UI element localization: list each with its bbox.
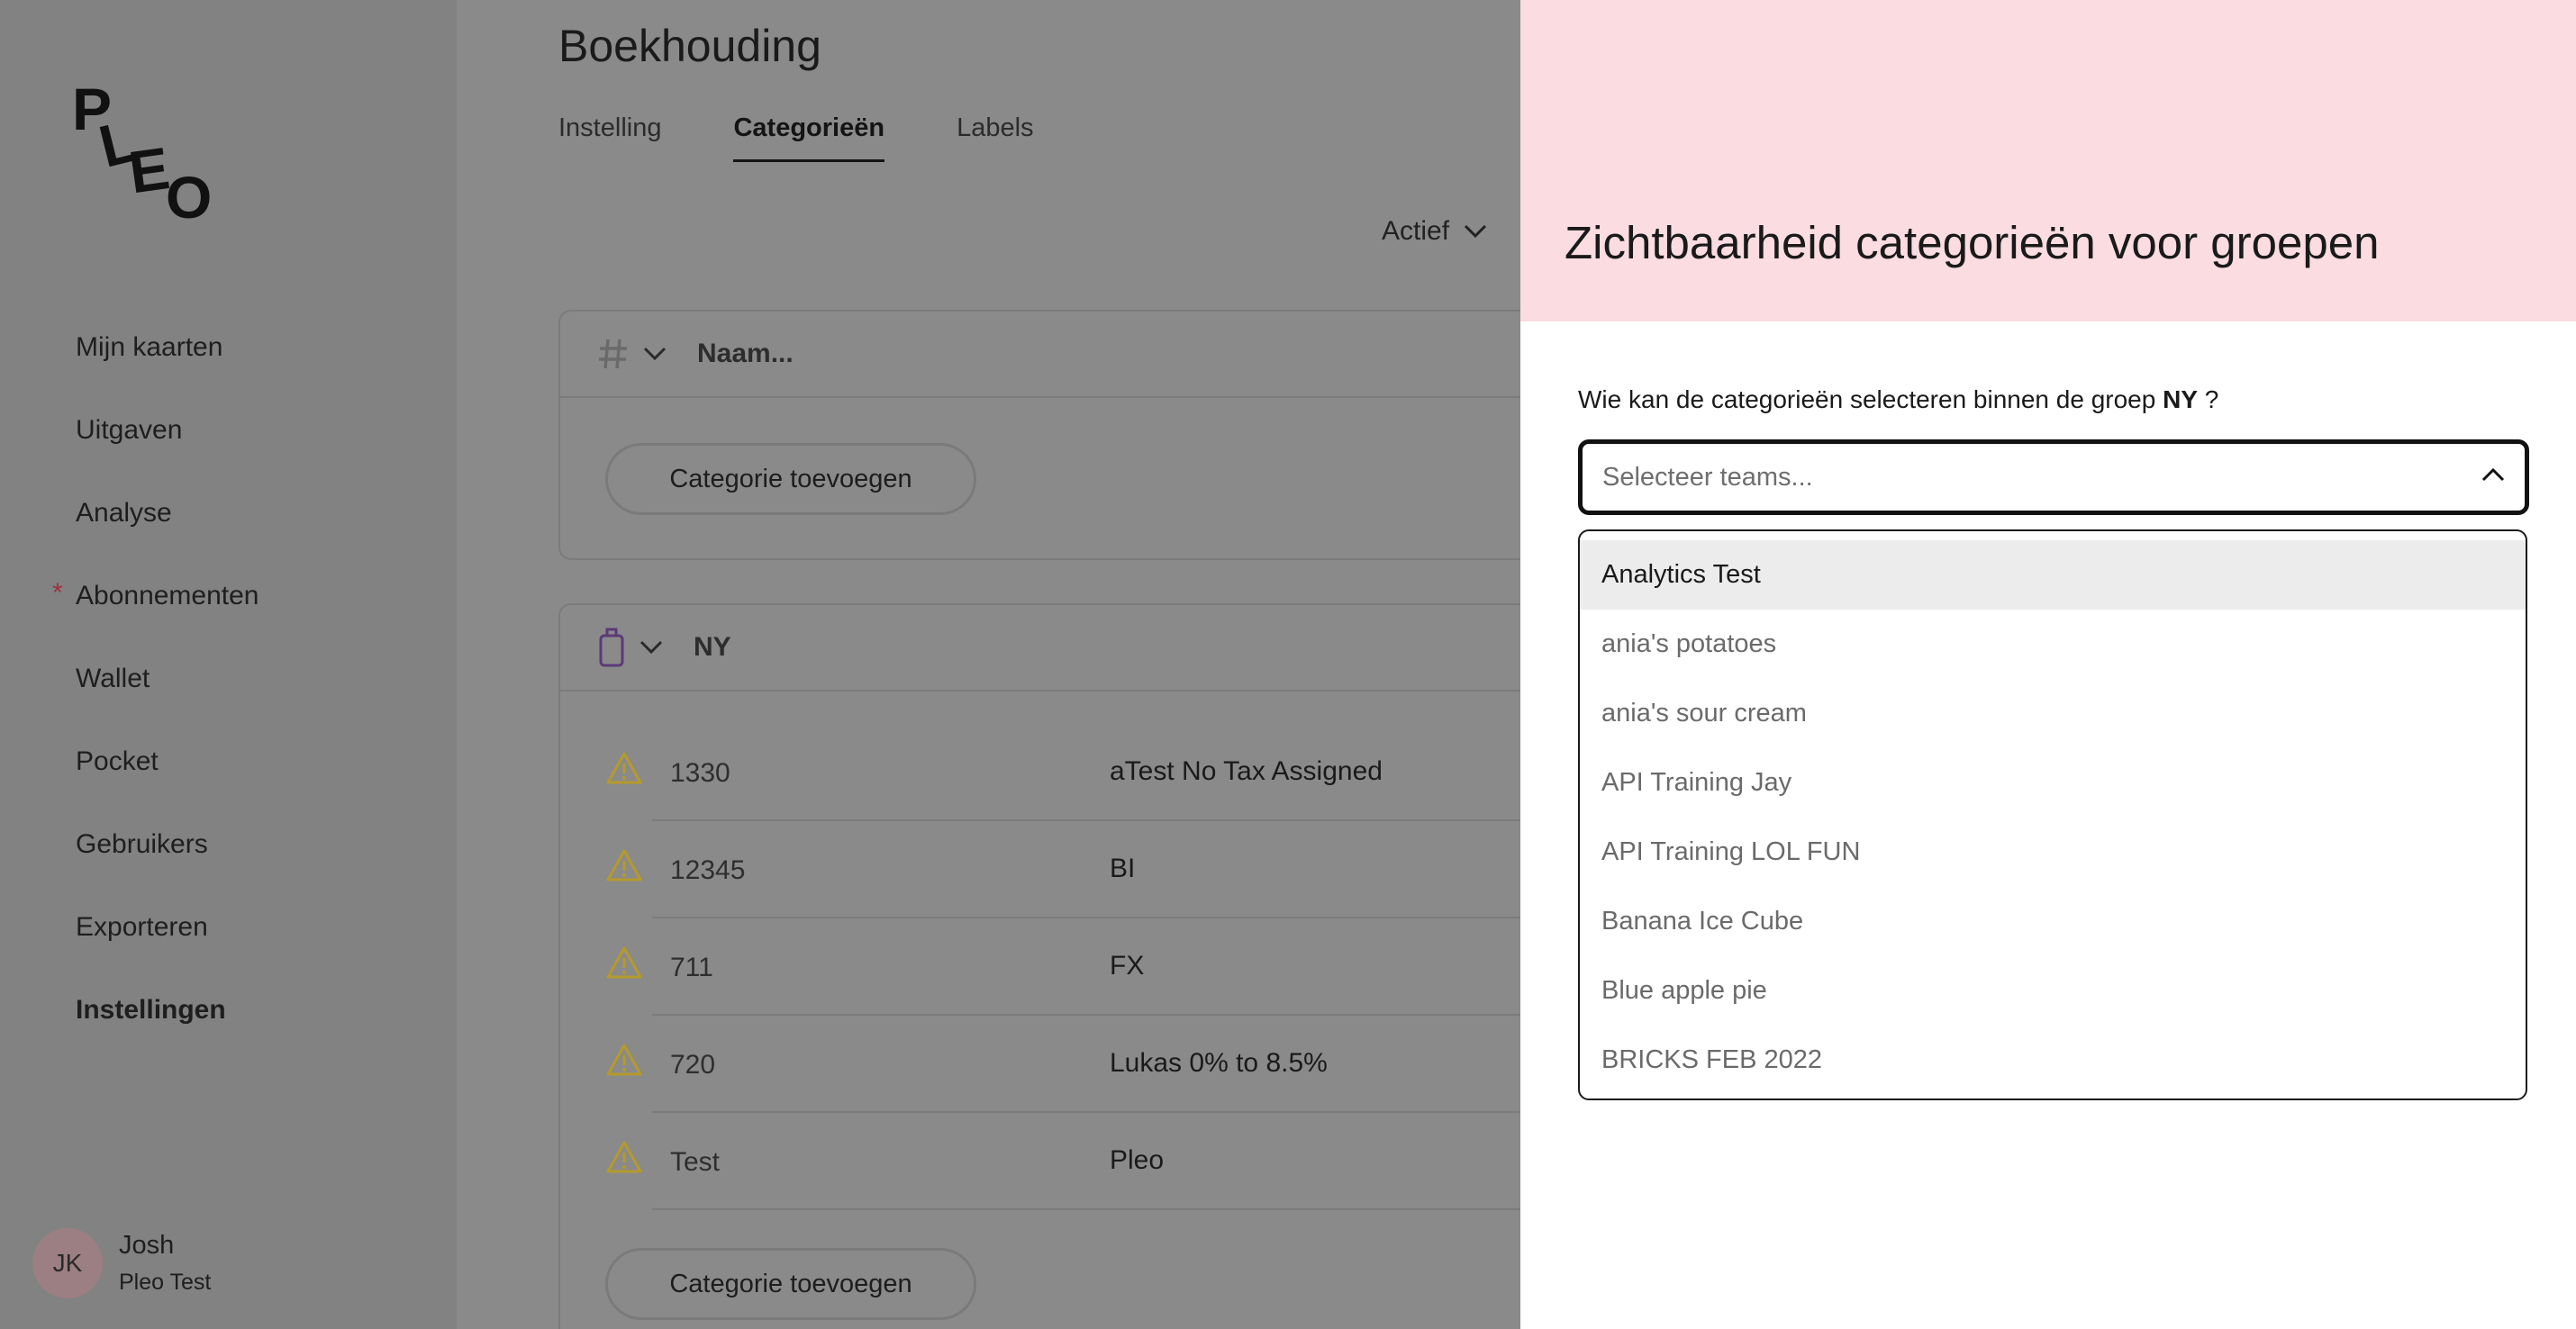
notification-dot-icon: * — [52, 578, 63, 608]
team-option[interactable]: Analytics Test — [1580, 540, 2526, 610]
add-category-button[interactable]: Categorie toevoegen — [605, 1248, 976, 1320]
question-text: Wie kan de categorieën selecteren binnen… — [1578, 385, 2156, 413]
pleo-logo[interactable]: P L E O — [72, 74, 225, 227]
sidebar-item-label: Analyse — [76, 498, 172, 528]
chevron-up-icon[interactable] — [2481, 467, 2505, 482]
warning-icon — [606, 1044, 642, 1076]
drawer-title: Zichtbaarheid categorieën voor groepen — [1565, 217, 2380, 268]
sidebar-item-analyse[interactable]: Analyse — [76, 472, 259, 555]
category-name[interactable]: Pleo — [1110, 1145, 1164, 1176]
category-row[interactable]: 720 Lukas 0% to 8.5% — [605, 1016, 1565, 1113]
group-header: Naam... — [560, 312, 1565, 398]
tab-labels[interactable]: Labels — [957, 113, 1033, 162]
visibility-drawer: Zichtbaarheid categorieën voor groepen W… — [1520, 0, 2576, 1329]
hash-icon[interactable] — [598, 338, 629, 370]
chevron-down-icon[interactable] — [643, 347, 667, 361]
team-dropdown: Analytics Test ania's potatoes ania's sour… — [1578, 529, 2527, 1100]
add-category-button[interactable]: Categorie toevoegen — [605, 443, 976, 515]
category-row[interactable]: 711 FX — [605, 918, 1565, 1016]
user-profile[interactable]: JK Josh Pleo Test — [32, 1228, 211, 1298]
sidebar: P L E O Mijn kaarten Uitgaven Analyse * Abon… — [0, 0, 457, 1329]
main-content: Boekhouding Instelling Categorieën Label… — [457, 0, 1567, 1329]
sidebar-item-uitgaven[interactable]: Uitgaven — [76, 389, 259, 472]
chevron-down-icon — [1464, 224, 1487, 239]
team-option[interactable]: API Training Jay — [1580, 748, 2526, 818]
tab-categorieen[interactable]: Categorieën — [733, 113, 885, 162]
team-option[interactable]: BRICKS FEB 2022 — [1580, 1026, 2526, 1095]
sidebar-item-label: Abonnementen — [76, 581, 259, 610]
group-name-input[interactable]: Naam... — [697, 339, 794, 369]
row-divider — [652, 1208, 1565, 1210]
avatar[interactable]: JK — [32, 1228, 103, 1298]
team-option[interactable]: Banana Ice Cube — [1580, 887, 2526, 956]
sidebar-item-exporteren[interactable]: Exporteren — [76, 886, 259, 969]
warning-icon — [606, 1141, 642, 1173]
category-name[interactable]: BI — [1110, 854, 1135, 884]
question-mark: ? — [2204, 385, 2219, 413]
category-code[interactable]: Test — [670, 1147, 720, 1178]
sidebar-item-gebruikers[interactable]: Gebruikers — [76, 803, 259, 886]
category-name[interactable]: aTest No Tax Assigned — [1110, 756, 1383, 787]
tab-instelling[interactable]: Instelling — [558, 113, 661, 162]
user-org: Pleo Test — [119, 1270, 212, 1295]
warning-icon — [606, 849, 642, 881]
sidebar-item-label: Exporteren — [76, 912, 208, 942]
sidebar-item-label: Gebruikers — [76, 829, 208, 859]
question-group-name: NY — [2163, 385, 2199, 413]
category-group-ny: NY 1330 aTest No Tax Assigned 12345 BI 711 FX… — [558, 603, 1567, 1329]
category-row[interactable]: 12345 BI — [605, 821, 1565, 918]
team-option[interactable]: Blue apple pie — [1580, 956, 2526, 1026]
page-title: Boekhouding — [558, 21, 821, 71]
chevron-down-icon[interactable] — [639, 640, 663, 655]
category-row[interactable]: 1330 aTest No Tax Assigned — [605, 724, 1565, 821]
sidebar-item-abonnementen[interactable]: * Abonnementen — [52, 555, 259, 637]
category-code[interactable]: 12345 — [670, 855, 745, 886]
sidebar-item-mijn-kaarten[interactable]: Mijn kaarten — [76, 306, 259, 389]
team-select[interactable]: Selecteer teams... — [1578, 439, 2529, 515]
group-question: Wie kan de categorieën selecteren binnen… — [1578, 385, 2218, 414]
sidebar-item-pocket[interactable]: Pocket — [76, 720, 259, 803]
category-code[interactable]: 711 — [670, 953, 713, 983]
tabs: Instelling Categorieën Labels — [558, 113, 1106, 162]
sidebar-nav: Mijn kaarten Uitgaven Analyse * Abonnementen… — [52, 306, 259, 1052]
category-group-unnamed: Naam... Categorie toevoegen — [558, 310, 1567, 560]
team-option[interactable]: API Training LOL FUN — [1580, 818, 2526, 887]
status-filter-label: Actief — [1382, 216, 1450, 246]
status-filter[interactable]: Actief — [1382, 216, 1487, 247]
category-row[interactable]: Test Pleo — [605, 1113, 1565, 1210]
warning-icon — [606, 752, 642, 784]
group-header: NY — [560, 605, 1565, 692]
team-option[interactable]: ania's potatoes — [1580, 610, 2526, 679]
category-code[interactable]: 1330 — [670, 758, 730, 789]
sidebar-item-wallet[interactable]: Wallet — [76, 637, 259, 720]
warning-icon — [606, 946, 642, 979]
sidebar-item-label: Pocket — [76, 746, 159, 776]
category-name[interactable]: Lukas 0% to 8.5% — [1110, 1048, 1328, 1079]
drawer-header: Zichtbaarheid categorieën voor groepen — [1520, 0, 2576, 321]
group-name[interactable]: NY — [694, 632, 731, 663]
svg-text:O: O — [166, 164, 212, 227]
user-name: Josh — [119, 1231, 175, 1260]
category-name[interactable]: FX — [1110, 951, 1144, 981]
sidebar-item-instellingen[interactable]: Instellingen — [76, 969, 259, 1052]
sidebar-item-label: Instellingen — [76, 995, 226, 1025]
team-option[interactable]: ania's sour cream — [1580, 679, 2526, 748]
sidebar-item-label: Mijn kaarten — [76, 332, 223, 362]
team-select-placeholder: Selecteer teams... — [1602, 462, 1813, 492]
sidebar-item-label: Uitgaven — [76, 415, 183, 445]
luggage-icon[interactable] — [598, 627, 625, 668]
category-code[interactable]: 720 — [670, 1050, 715, 1080]
sidebar-item-label: Wallet — [76, 664, 150, 693]
